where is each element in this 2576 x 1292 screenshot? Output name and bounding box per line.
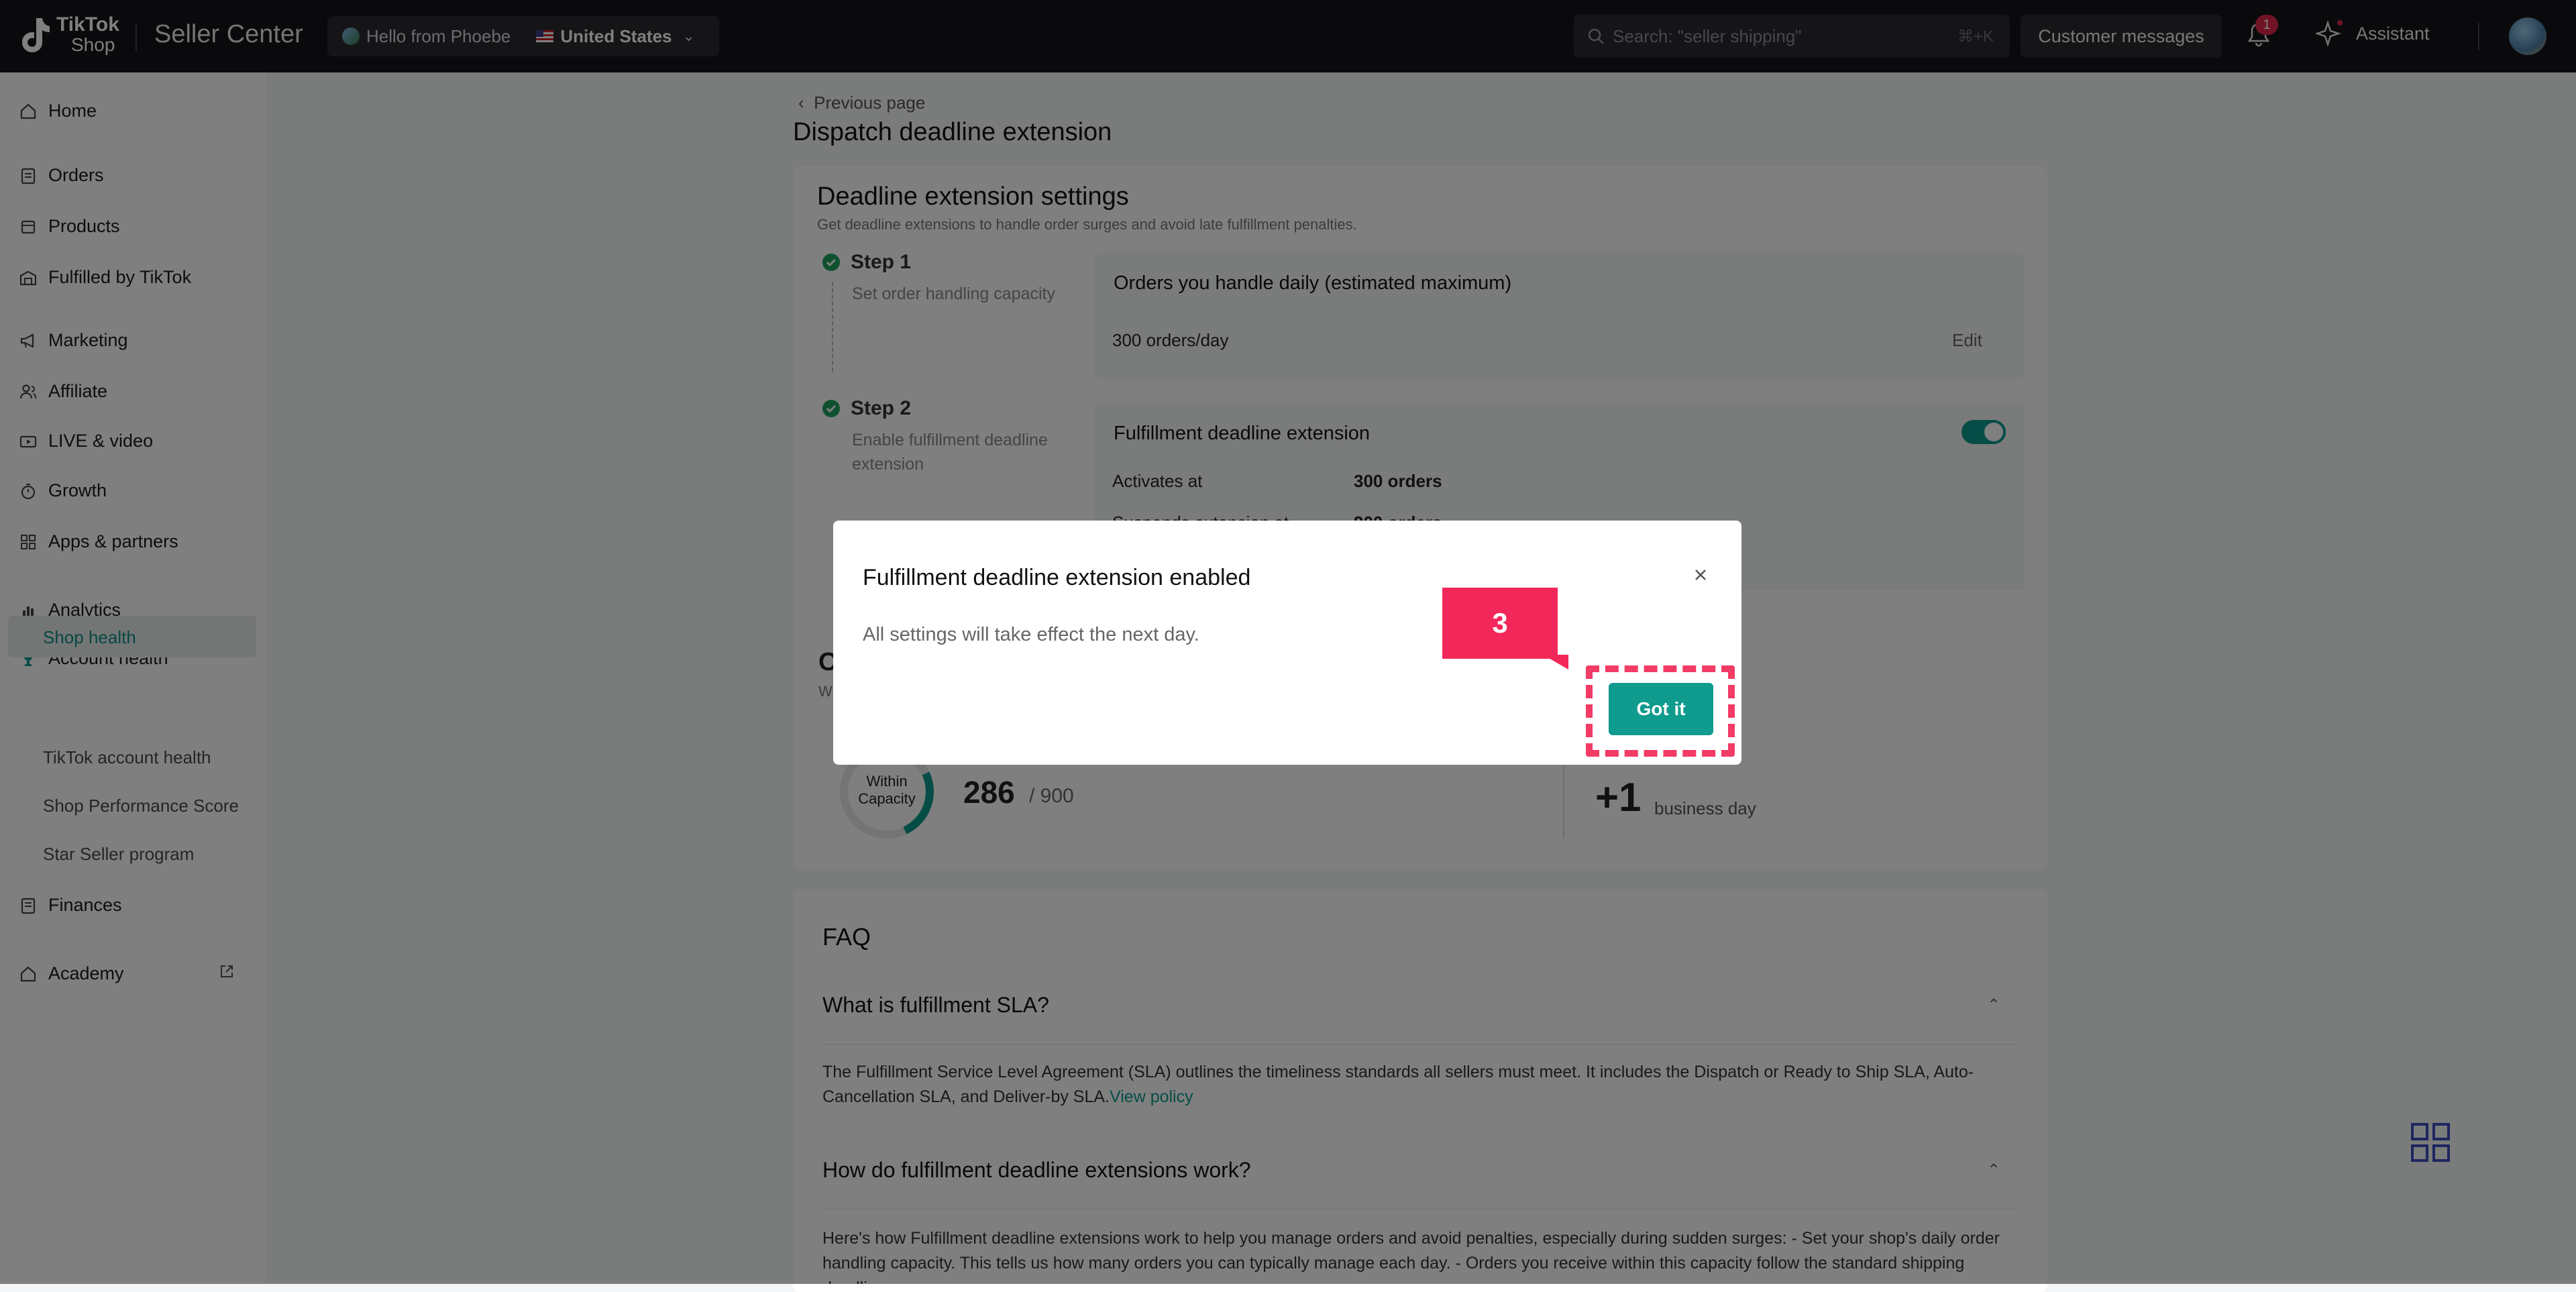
- step-marker: 3: [1442, 588, 1558, 659]
- modal-title: Fulfillment deadline extension enabled: [863, 565, 1251, 590]
- step-marker-tail: [1543, 655, 1568, 669]
- modal-body: All settings will take effect the next d…: [863, 624, 1199, 645]
- close-icon[interactable]: [1689, 563, 1712, 586]
- tutorial-highlight: [1586, 665, 1735, 757]
